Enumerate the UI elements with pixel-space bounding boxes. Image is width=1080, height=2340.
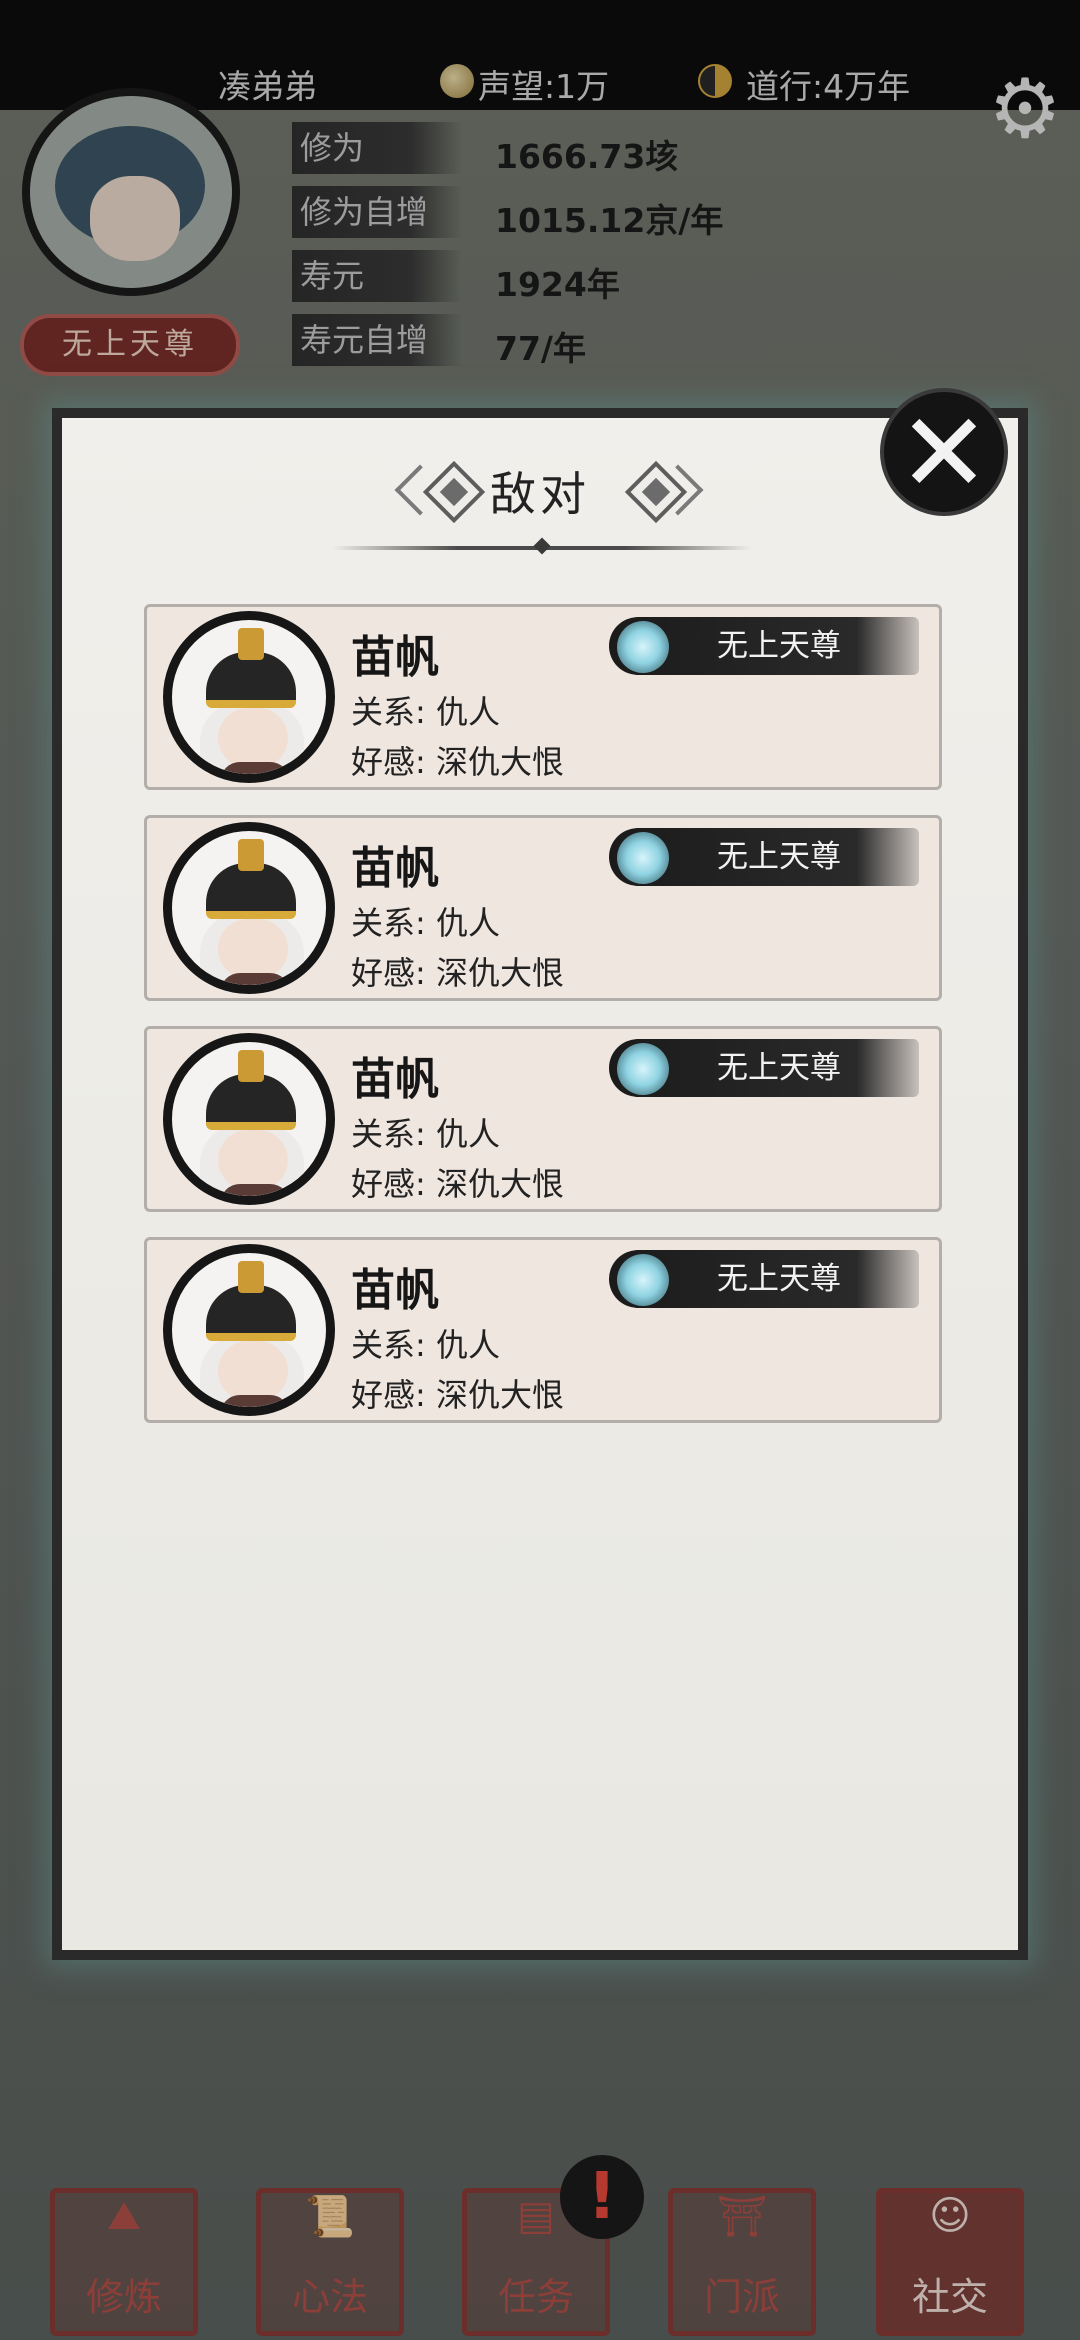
enemy-name: 苗帆: [351, 1265, 439, 1316]
enemy-name: 苗帆: [351, 843, 439, 894]
enemy-relation: 关系: 仇人: [351, 1115, 500, 1153]
enemy-card[interactable]: 苗帆 关系: 仇人 好感: 深仇大恨 无上天尊: [144, 1237, 942, 1423]
enemy-relation: 关系: 仇人: [351, 693, 500, 731]
enemy-card[interactable]: 苗帆 关系: 仇人 好感: 深仇大恨 无上天尊: [144, 1026, 942, 1212]
enemy-favor: 好感: 深仇大恨: [351, 743, 564, 781]
meditation-icon: [617, 1254, 669, 1306]
enemy-favor: 好感: 深仇大恨: [351, 954, 564, 992]
meditation-icon: [617, 832, 669, 884]
enemy-name: 苗帆: [351, 632, 439, 683]
enemy-favor: 好感: 深仇大恨: [351, 1165, 564, 1203]
enemy-relation: 关系: 仇人: [351, 1326, 500, 1364]
enemy-favor: 好感: 深仇大恨: [351, 1376, 564, 1414]
dialog-title: 敌对: [490, 467, 590, 521]
enemy-card[interactable]: 苗帆 关系: 仇人 好感: 深仇大恨 无上天尊: [144, 604, 942, 790]
enemy-avatar: [163, 1244, 335, 1416]
enemy-card[interactable]: 苗帆 关系: 仇人 好感: 深仇大恨 无上天尊: [144, 815, 942, 1001]
meditation-icon: [617, 621, 669, 673]
title-divider-dot: [533, 537, 551, 555]
close-icon: ✕: [897, 389, 991, 517]
enemy-avatar: [163, 1033, 335, 1205]
enemy-relation: 关系: 仇人: [351, 904, 500, 942]
enemy-avatar: [163, 822, 335, 994]
enemy-name: 苗帆: [351, 1054, 439, 1105]
close-button[interactable]: ✕: [880, 388, 1008, 516]
enemy-avatar: [163, 611, 335, 783]
enemies-dialog: 敌对 苗帆 关系: 仇人 好感: 深仇大恨 无上天尊 苗帆 关系: 仇人 好感:…: [52, 408, 1028, 1960]
meditation-icon: [617, 1043, 669, 1095]
